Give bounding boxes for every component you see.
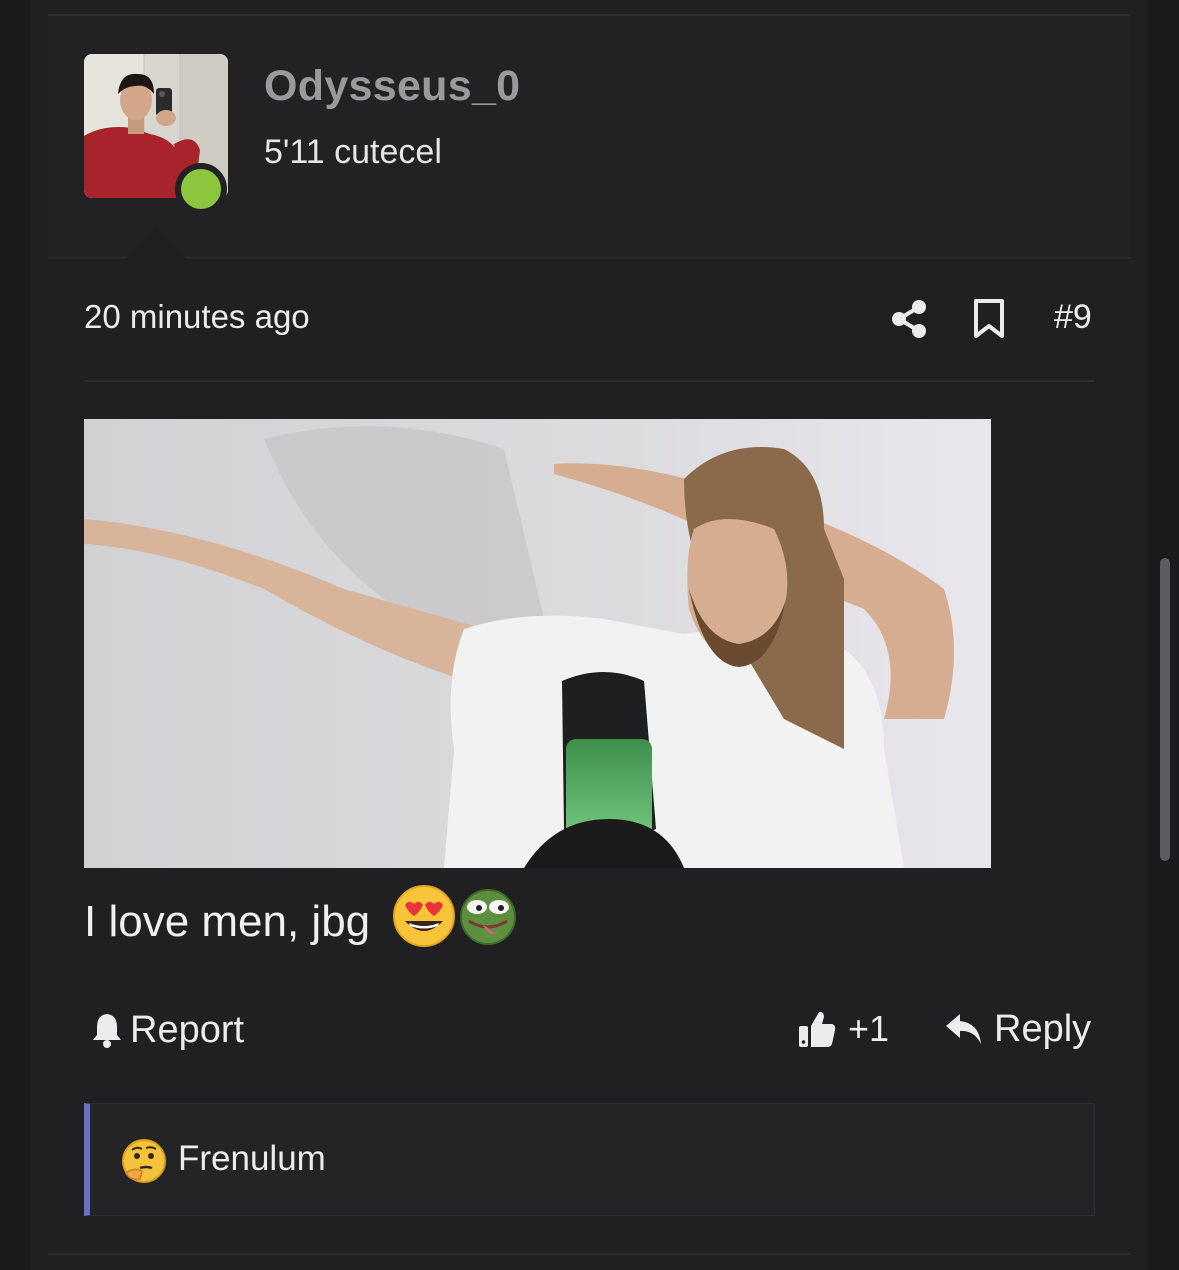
post-timestamp[interactable]: 20 minutes ago (84, 298, 310, 336)
star-struck-emoji-icon (393, 885, 455, 947)
post-number-link[interactable]: #9 (1054, 298, 1092, 337)
bell-icon (93, 1014, 121, 1048)
reply-label: Reply (994, 1007, 1092, 1050)
bookmark-icon[interactable] (972, 298, 1006, 340)
scrollbar-thumb[interactable] (1160, 558, 1170, 861)
like-count: +1 (848, 1008, 890, 1049)
header-pointer (124, 226, 188, 259)
post-attached-image[interactable] (84, 419, 991, 868)
dab-photo (84, 419, 991, 868)
reply-button[interactable]: Reply (944, 1006, 1091, 1052)
post-body-text: I love men, jbg (84, 897, 371, 946)
pepe-emoji-icon (460, 889, 516, 945)
author-user-title: 5'11 cutecel (264, 133, 442, 171)
reply-arrow-icon (946, 1014, 981, 1044)
divider (48, 1253, 1131, 1255)
share-icon[interactable] (890, 299, 928, 339)
report-button[interactable]: Report (90, 1008, 244, 1052)
report-label: Report (130, 1008, 245, 1051)
like-button[interactable]: +1 (796, 1006, 889, 1052)
author-username[interactable]: Odysseus_0 (264, 62, 520, 111)
reaction-username[interactable]: Frenulum (178, 1139, 326, 1179)
online-status-indicator (175, 163, 227, 215)
divider (84, 380, 1095, 382)
thinking-face-icon (122, 1139, 166, 1183)
thumbs-up-icon (799, 1011, 836, 1047)
